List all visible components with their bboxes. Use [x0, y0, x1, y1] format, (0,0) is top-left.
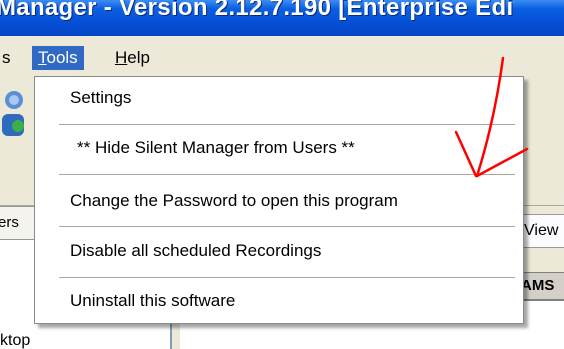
menu-separator: [59, 226, 515, 227]
menu-item-hide-manager[interactable]: ** Hide Silent Manager from Users **: [35, 129, 523, 167]
tab-view-label: View: [524, 222, 559, 239]
menu-item-partial-label: s: [2, 48, 11, 67]
column-header-label: AMS: [521, 277, 555, 294]
menu-tools-label-rest: ools: [46, 48, 78, 67]
tree-item-desktop-label: sktop: [0, 332, 31, 349]
menu-item-settings-label: Settings: [70, 88, 132, 107]
menu-tools-mnemonic: T: [38, 48, 47, 67]
menu-separator: [59, 174, 515, 175]
menu-separator: [59, 277, 515, 278]
window-title: Manager - Version 2.12.7.190 [Enterprise…: [0, 0, 514, 21]
menu-item-change-password[interactable]: Change the Password to open this program: [35, 182, 523, 220]
menu-separator: [59, 124, 515, 125]
tools-dropdown-menu: Settings ** Hide Silent Manager from Use…: [34, 76, 524, 324]
menu-help[interactable]: Help: [109, 46, 156, 70]
tab-view[interactable]: View: [520, 214, 564, 248]
app-users-icon: [2, 91, 24, 136]
menu-item-partial[interactable]: s: [0, 46, 17, 70]
menu-item-settings[interactable]: Settings: [35, 79, 523, 117]
menu-item-disable-recordings[interactable]: Disable all scheduled Recordings: [35, 232, 523, 270]
menu-help-label-rest: elp: [127, 48, 150, 67]
menu-help-mnemonic: H: [115, 48, 128, 67]
menu-item-uninstall-label: Uninstall this software: [70, 291, 236, 310]
tab-users-label: ers: [0, 214, 19, 231]
menu-item-change-password-label: Change the Password to open this program: [70, 191, 398, 210]
title-bar: Manager - Version 2.12.7.190 [Enterprise…: [0, 0, 564, 36]
menu-item-hide-manager-label: ** Hide Silent Manager from Users **: [77, 138, 355, 157]
menu-bar: s Tools Help: [0, 36, 564, 76]
tab-users[interactable]: ers: [0, 206, 36, 240]
menu-item-uninstall[interactable]: Uninstall this software: [35, 282, 523, 320]
menu-item-disable-recordings-label: Disable all scheduled Recordings: [70, 241, 322, 260]
menu-tools[interactable]: Tools: [32, 46, 84, 70]
